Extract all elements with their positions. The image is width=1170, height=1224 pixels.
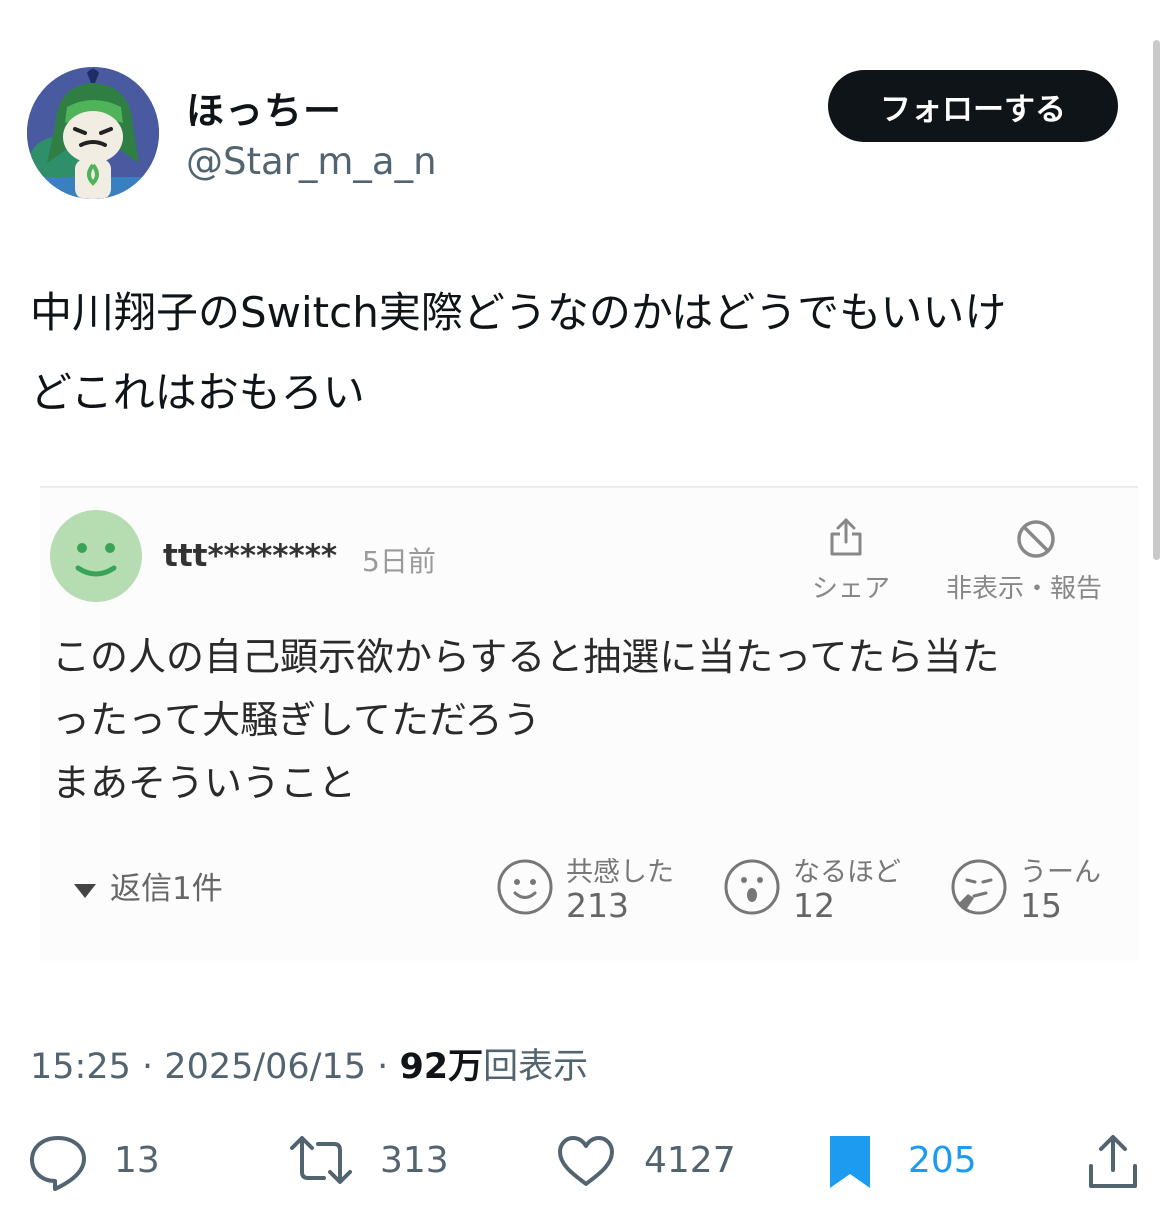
replies-toggle: 返信1件 [74,863,223,908]
smiley-face-icon [75,543,117,577]
comment-time: 5日前 [362,545,436,578]
tweet-text-line: どこれはおもろい [30,368,365,417]
smile-icon [497,859,553,915]
reaction-label: うーん [1020,857,1101,888]
bookmark-count: 205 [908,1140,977,1181]
share-label: シェア [811,574,890,604]
tweet-time[interactable]: 15:25 [30,1047,131,1087]
share-upload-icon [1089,1135,1137,1188]
bookmark-button[interactable]: 205 [826,1132,996,1192]
comment-line: まあそういうこと [52,761,357,805]
reaction-label: なるほど [793,857,901,888]
retweet-count: 313 [380,1140,449,1181]
tweet-text-line: 中川翔子のSwitch実際どうなのかはどうでもいいけ [30,288,1007,337]
retweet-button[interactable]: 313 [288,1132,458,1192]
bookmark-filled-icon [830,1136,870,1188]
reaction-count: 12 [793,886,835,925]
replies-label: 返信1件 [110,871,223,907]
tweet-meta: 15:25 · 2025/06/15 · 92万回表示 [30,1038,588,1089]
reply-count: 13 [114,1140,160,1181]
commenter-username: ttt******** [163,538,338,574]
scrollbar[interactable] [1153,40,1160,560]
like-button[interactable]: 4127 [556,1132,746,1192]
share-button[interactable] [1086,1132,1140,1192]
heart-icon [558,1136,614,1186]
views-count: 92万 [399,1047,484,1087]
tweet-text: 中川翔子のSwitch実際どうなのかはどうでもいいけ どこれはおもろい [30,273,1140,433]
avatar-character-icon [27,67,159,199]
reaction-insight: なるほど 12 [723,850,923,930]
reaction-empathy: 共感した 213 [496,850,696,930]
views-label: 回表示 [483,1047,589,1087]
meta-separator: · [377,1047,389,1087]
comment-body: この人の自己顕示欲からすると抽選に当たってたら当た ったって大騒ぎしてただろう … [52,626,999,815]
triangle-down-icon [74,883,96,898]
reply-button[interactable]: 13 [28,1132,188,1192]
tweet-date[interactable]: 2025/06/15 [164,1047,366,1087]
author-avatar[interactable] [27,67,159,199]
surprised-icon [724,859,780,915]
reaction-hmm: うーん 15 [950,850,1140,930]
reaction-count: 15 [1020,886,1062,925]
reaction-count: 213 [566,886,629,925]
block-icon [1017,520,1055,558]
reaction-label: 共感した [566,857,674,888]
thinking-icon [951,859,1007,915]
like-count: 4127 [644,1140,736,1181]
follow-button[interactable]: フォローする [828,70,1118,142]
retweet-icon [290,1136,352,1184]
commenter-avatar [50,510,142,602]
share-icon [830,518,862,556]
report-label: 非表示・報告 [946,574,1103,604]
embedded-comment-image[interactable]: ttt******** 5日前 シェア 非表示・報告 この人の自己顕示欲からする… [40,486,1138,961]
meta-separator: · [142,1047,154,1087]
author-handle[interactable]: @Star_m_a_n [186,140,437,183]
reply-icon [30,1136,86,1191]
author-display-name[interactable]: ほっちー [186,80,342,135]
comment-line: この人の自己顕示欲からすると抽選に当たってたら当た [52,635,1000,679]
comment-line: ったって大騒ぎしてただろう [52,698,541,742]
